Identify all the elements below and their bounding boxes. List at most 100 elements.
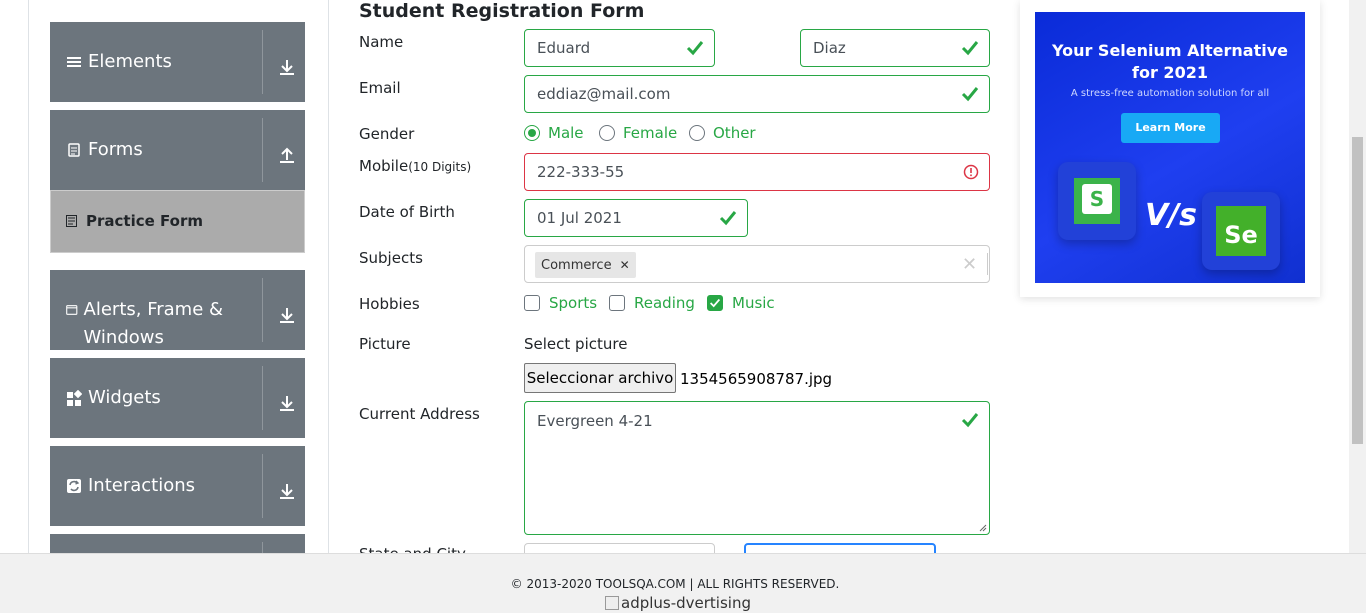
learn-more-button[interactable]: Learn More <box>1121 113 1220 143</box>
divider <box>262 366 263 430</box>
download-arrow-icon[interactable] <box>278 306 296 324</box>
sidebar-group-elements[interactable]: Elements <box>50 22 305 102</box>
sidebar-group-alerts-frame-windows[interactable]: Alerts, Frame & Windows <box>50 270 305 350</box>
select-picture-text: Select picture <box>524 335 628 353</box>
dob-input[interactable]: 01 Jul 2021 <box>524 199 748 237</box>
hobby-checkbox-reading[interactable]: Reading <box>609 294 695 312</box>
gender-radio-male[interactable]: Male <box>524 124 584 142</box>
sidebar-group-label: Forms <box>88 139 143 160</box>
sidebar-item-practice-form[interactable]: Practice Form <box>50 190 305 253</box>
sidebar-group-label: Elements <box>88 51 172 72</box>
choose-file-button[interactable]: Seleccionar archivo <box>524 363 676 393</box>
checkmark-icon <box>710 298 721 308</box>
sidebar-group-label: Widgets <box>88 387 161 408</box>
email-input[interactable]: eddiaz@mail.com <box>524 75 990 113</box>
divider <box>262 454 263 518</box>
sidebar-item-label: Practice Form <box>86 212 203 230</box>
clear-icon[interactable]: ✕ <box>962 254 977 275</box>
current-address-textarea[interactable]: Evergreen 4-21 <box>524 401 990 535</box>
ad-headline: Your Selenium Alternative for 2021 <box>1035 40 1305 84</box>
selenium-logo-tile: Se <box>1202 192 1280 270</box>
radio-selected[interactable] <box>524 125 540 141</box>
menu-bars-icon <box>67 57 81 67</box>
check-icon <box>961 413 979 428</box>
versus-text: V/s <box>1145 198 1198 233</box>
ad-headline-line2: for 2021 <box>1132 63 1208 82</box>
checkbox-label: Music <box>732 294 775 312</box>
radio-label: Male <box>548 124 584 142</box>
form-icon <box>66 215 77 227</box>
checkbox-unchecked[interactable] <box>609 295 625 311</box>
download-arrow-icon[interactable] <box>278 394 296 412</box>
sidebar-group-forms[interactable]: Forms <box>50 110 305 190</box>
divider <box>262 542 263 553</box>
radio-label: Female <box>623 124 678 142</box>
divider <box>262 278 263 342</box>
check-icon <box>961 41 979 56</box>
hobbies-label: Hobbies <box>359 295 420 313</box>
dob-value: 01 Jul 2021 <box>537 209 622 227</box>
first-name-value: Eduard <box>537 39 591 57</box>
broken-image-icon <box>605 596 619 610</box>
mobile-label-text: Mobile <box>359 157 409 175</box>
chip-remove-icon[interactable]: ✕ <box>620 258 630 272</box>
scrollbar-thumb[interactable] <box>1352 137 1363 444</box>
gender-radio-other[interactable]: Other <box>689 124 756 142</box>
mobile-label: Mobile(10 Digits) <box>359 157 471 175</box>
download-arrow-icon[interactable] <box>278 58 296 76</box>
sidebar-group-interactions[interactable]: Interactions <box>50 446 305 526</box>
picture-label: Picture <box>359 335 411 353</box>
checkbox-checked[interactable] <box>707 295 723 311</box>
address-value: Evergreen 4-21 <box>537 412 653 430</box>
divider <box>262 30 263 94</box>
copyright-text: © 2013-2020 TOOLSQA.COM | ALL RIGHTS RES… <box>510 577 840 591</box>
window-icon <box>66 305 78 315</box>
sidebar-group-widgets[interactable]: Widgets <box>50 358 305 438</box>
divider <box>262 118 263 182</box>
sidebar-group-label: Alerts, Frame & Windows <box>83 299 224 348</box>
mobile-hint: (10 Digits) <box>408 160 472 174</box>
ad-headline-line1: Your Selenium Alternative <box>1051 41 1289 60</box>
selenium-logo-icon: Se <box>1216 206 1266 256</box>
form-title: Student Registration Form <box>359 0 645 22</box>
widgets-icon <box>67 390 82 406</box>
download-arrow-icon[interactable] <box>278 482 296 500</box>
checkbox-unchecked[interactable] <box>524 295 540 311</box>
first-name-input[interactable]: Eduard <box>524 29 715 67</box>
gender-label: Gender <box>359 125 415 143</box>
divider <box>987 253 988 275</box>
radio-unselected[interactable] <box>689 125 705 141</box>
check-icon <box>961 87 979 102</box>
file-name: 1354565908787.jpg <box>680 370 833 388</box>
mobile-input[interactable]: 222-333-55 <box>524 153 990 191</box>
broken-ad-image: adplus-dvertising <box>605 594 751 612</box>
subjects-label: Subjects <box>359 249 423 267</box>
sidebar-group-partial[interactable] <box>50 534 305 553</box>
subject-chip-label: Commerce <box>541 257 612 273</box>
dob-label: Date of Birth <box>359 203 455 221</box>
radio-label: Other <box>713 124 756 142</box>
current-address-label: Current Address <box>359 405 480 423</box>
name-label: Name <box>359 33 404 51</box>
katalon-logo-letter: S <box>1082 184 1112 214</box>
interactions-icon <box>67 479 81 493</box>
hobby-checkbox-sports[interactable]: Sports <box>524 294 597 312</box>
last-name-input[interactable]: Diaz <box>800 29 990 67</box>
mobile-value: 222-333-55 <box>537 163 625 181</box>
check-icon <box>686 41 704 56</box>
ad-subline: A stress-free automation solution for al… <box>1070 88 1270 99</box>
ad-banner[interactable]: Your Selenium Alternative for 2021 A str… <box>1035 12 1305 283</box>
email-value: eddiaz@mail.com <box>537 85 671 103</box>
upload-arrow-icon[interactable] <box>278 146 296 164</box>
gender-radio-female[interactable]: Female <box>599 124 677 142</box>
katalon-logo-tile: S <box>1058 162 1136 240</box>
resize-grip-icon[interactable] <box>979 524 987 532</box>
hobby-checkbox-music[interactable]: Music <box>707 294 775 312</box>
broken-image-alt: adplus-dvertising <box>621 594 751 612</box>
sidebar-group-label: Interactions <box>88 475 196 496</box>
email-label: Email <box>359 79 401 97</box>
error-icon <box>963 164 979 180</box>
document-icon <box>68 143 80 157</box>
radio-unselected[interactable] <box>599 125 615 141</box>
last-name-value: Diaz <box>813 39 846 57</box>
